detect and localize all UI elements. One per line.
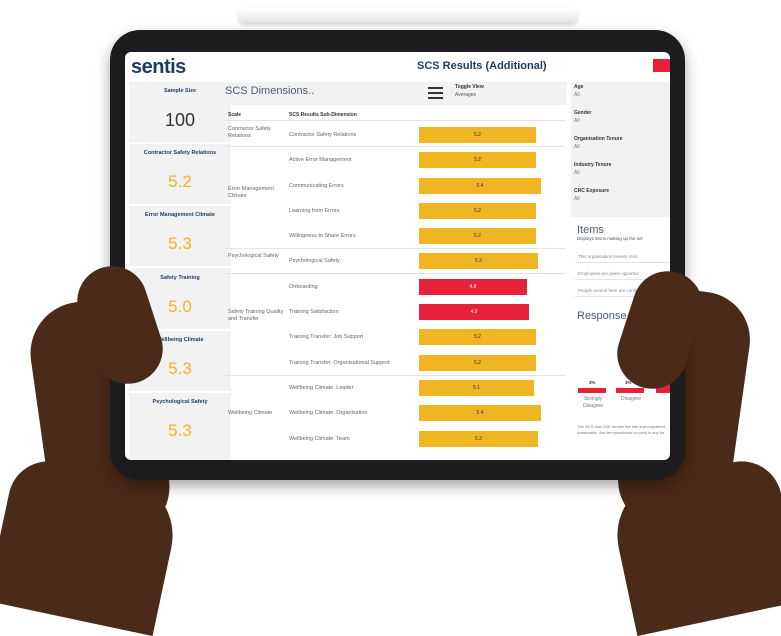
sub-dimension-label: Wellbeing Climate: Team — [289, 436, 350, 442]
response-label: Strongly Disagree — [582, 396, 603, 409]
header-action-button[interactable] — [653, 59, 670, 72]
filter-label: Industry Tenure — [574, 162, 612, 168]
table-divider — [225, 146, 565, 147]
sub-dimension-label: Learning from Errors — [289, 208, 340, 214]
scale-cell: Safety Training Quality and Transfer — [228, 309, 284, 322]
response-percent: 3% — [589, 380, 596, 385]
kpi-divider — [129, 204, 231, 206]
dimension-bar[interactable]: 4.8 — [419, 279, 527, 295]
response-label: Disagree — [620, 396, 641, 402]
kpi-column: Sample Size 100 Contractor Safety Relati… — [129, 82, 231, 460]
trademark-footnote: The SCS and OSE remain the inte and regi… — [577, 424, 665, 435]
sub-dimension-label: Training Satisfaction — [289, 309, 339, 315]
sub-dimension-label: Wellbeing Climate: Leader — [289, 385, 354, 391]
kpi-divider — [129, 266, 231, 268]
tablet-screen: sentis SCS Results (Additional) Sample S… — [125, 52, 670, 460]
dimension-bar[interactable]: 5.3 — [419, 253, 538, 269]
filters-panel — [571, 82, 670, 217]
dimension-bar[interactable]: 5.2 — [419, 228, 536, 244]
table-divider — [225, 375, 565, 376]
dimension-bar[interactable]: 5.2 — [419, 329, 536, 345]
filter-label: Gender — [574, 110, 592, 116]
kpi-value: 5.3 — [168, 421, 192, 440]
dimension-bar[interactable]: 5.4 — [419, 405, 541, 421]
filter-label: Organisation Tenure — [574, 136, 623, 142]
dimension-bar[interactable]: 4.9 — [419, 304, 529, 320]
sub-dimension-label: Active Error Management — [289, 157, 352, 163]
sub-dimension-label: Communicating Errors — [289, 183, 344, 189]
sentis-logo[interactable]: sentis — [131, 56, 186, 79]
dimension-bar[interactable]: 5.2 — [419, 127, 536, 143]
dimension-bar[interactable]: 5.2 — [419, 203, 536, 219]
scale-cell: Wellbeing Climate — [228, 410, 273, 416]
filter-label: Age — [574, 84, 584, 90]
kpi-value: 5.2 — [168, 172, 192, 191]
kpi-label: Sample Size — [163, 88, 197, 94]
filter-label: CRC Exposure — [574, 188, 610, 194]
stylus-pencil — [238, 8, 578, 23]
scale-cell: Contractor Safety Relations — [228, 126, 271, 139]
scale-cell: Error Management Climate — [228, 186, 274, 199]
dimension-bar[interactable]: 5.2 — [419, 355, 536, 371]
sub-dimension-label: Wellbeing Climate: Organisation — [289, 410, 368, 416]
filter-select[interactable]: All — [574, 92, 580, 98]
kpi-label: Contractor Safety Relations — [143, 150, 217, 156]
table-divider — [225, 120, 565, 121]
dimension-bar[interactable]: 5.4 — [419, 178, 541, 194]
toggle-view-label: Toggle View — [455, 84, 484, 90]
response-bar[interactable] — [578, 388, 606, 393]
dimension-bar[interactable]: 5.1 — [419, 380, 534, 396]
dimension-bar[interactable]: 5.2 — [419, 152, 536, 168]
toggle-view-select[interactable]: Averages — [455, 92, 476, 98]
kpi-label: Psychological Safety — [152, 399, 208, 405]
kpi-value: 5.3 — [168, 234, 192, 253]
dimensions-title: SCS Dimensions.. — [225, 85, 315, 97]
items-title: Items — [577, 224, 604, 236]
kpi-divider — [129, 391, 231, 393]
page-title: SCS Results (Additional) — [417, 60, 547, 72]
kpi-value: 100 — [164, 110, 196, 130]
table-divider — [225, 248, 565, 249]
sub-dimension-label: Training Transfer: Job Support — [289, 334, 364, 340]
column-header-sub-dimension: SCS Results Sub-Dimension — [289, 112, 357, 118]
scale-cell: Psychological Safety — [228, 253, 279, 259]
hamburger-menu-icon[interactable] — [428, 87, 443, 99]
sub-dimension-label: Training Transfer: Organisational Suppor… — [289, 360, 390, 366]
filter-select[interactable]: All — [574, 118, 580, 124]
dimension-bar[interactable]: 5.3 — [419, 431, 538, 447]
response-bar[interactable] — [616, 388, 644, 393]
list-item[interactable]: This organisation invests reso — [575, 250, 670, 263]
column-header-scale: Scale — [228, 112, 242, 118]
filter-select[interactable]: All — [574, 170, 580, 176]
kpi-label: Error Management Climate — [145, 212, 215, 218]
items-subtitle: Displays items making up the sel — [577, 236, 643, 241]
sub-dimension-label: Contractor Safety Relations — [289, 132, 357, 138]
kpi-divider — [129, 142, 231, 144]
kpi-label: Safety Training — [160, 275, 200, 281]
sub-dimension-label: Onboarding — [289, 284, 318, 290]
sub-dimension-label: Psychological Safety — [289, 258, 340, 264]
filter-select[interactable]: All — [574, 196, 580, 202]
sub-dimension-label: Willingness to Share Errors — [289, 233, 356, 239]
filter-select[interactable]: All — [574, 144, 580, 150]
table-divider — [225, 273, 565, 274]
